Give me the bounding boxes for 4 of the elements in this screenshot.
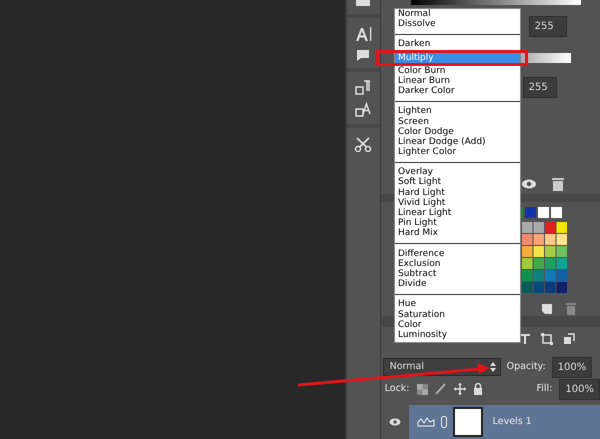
opacity-label: Opacity: [506,360,546,374]
fill-label: Fill: [536,382,552,396]
layer-name: Levels 1 [492,414,532,429]
lock-label: Lock: [384,382,410,396]
